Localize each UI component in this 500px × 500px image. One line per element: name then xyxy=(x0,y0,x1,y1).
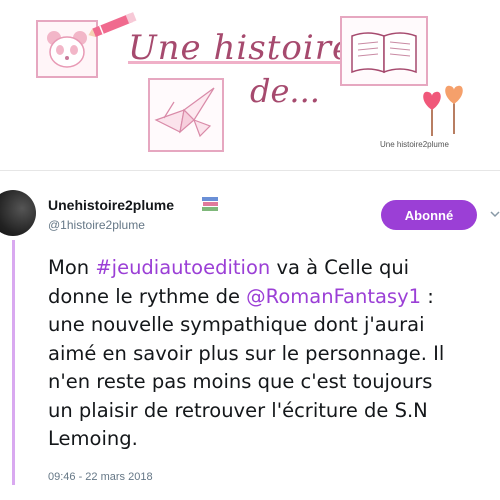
divider xyxy=(0,170,500,171)
open-book-icon xyxy=(351,32,417,74)
tweet-text-segment: Mon xyxy=(48,256,96,279)
user-handle[interactable]: @1histoire2plume xyxy=(48,218,145,232)
books-icon xyxy=(202,197,218,211)
follow-button[interactable]: Abonné xyxy=(381,200,477,230)
chevron-down-icon[interactable] xyxy=(490,209,500,219)
banner-title-suffix: de... xyxy=(250,72,320,110)
tweet-line: une nouvelle sympathique dont j'aurai xyxy=(48,313,425,336)
origami-crane-icon xyxy=(154,87,215,138)
hashtag-link[interactable]: #jeudiautoedition xyxy=(95,256,270,279)
tweet-text-segment: va à Celle qui xyxy=(270,256,410,279)
avatar[interactable] xyxy=(0,190,36,236)
tweet-line: Mon #jeudiautoedition va à Celle qui xyxy=(48,254,496,283)
tweet-line: aimé en savoir plus sur le personnage. I… xyxy=(48,341,445,365)
tweet-line: n'en reste pas moins que c'est toujours xyxy=(48,370,433,393)
tweet-line: donne le rythme de @RomanFantasy1 : xyxy=(48,283,496,312)
mention-link[interactable]: @RomanFantasy1 xyxy=(246,285,421,308)
banner-title: Une histoire xyxy=(128,28,354,68)
tweet-timestamp[interactable]: 09:46 - 22 mars 2018 xyxy=(48,471,153,483)
book-frame xyxy=(340,16,428,86)
tweet-text-segment: donne le rythme de xyxy=(48,284,247,308)
tweet-line: un plaisir de retrouver l'écriture de S.… xyxy=(48,398,428,422)
tweet-line: Lemoing. xyxy=(48,427,138,450)
tweet-text: Mon #jeudiautoedition va à Celle qui don… xyxy=(48,254,496,454)
tweet-text-segment: : xyxy=(421,284,434,308)
header-banner: Une histoire de... Une histoire2plume xyxy=(0,0,500,162)
lollipop-icon xyxy=(423,85,463,136)
thread-line xyxy=(12,240,15,485)
crane-frame xyxy=(148,78,224,152)
display-name[interactable]: Unehistoire2plume xyxy=(48,197,174,213)
banner-caption: Une histoire2plume xyxy=(380,140,449,149)
